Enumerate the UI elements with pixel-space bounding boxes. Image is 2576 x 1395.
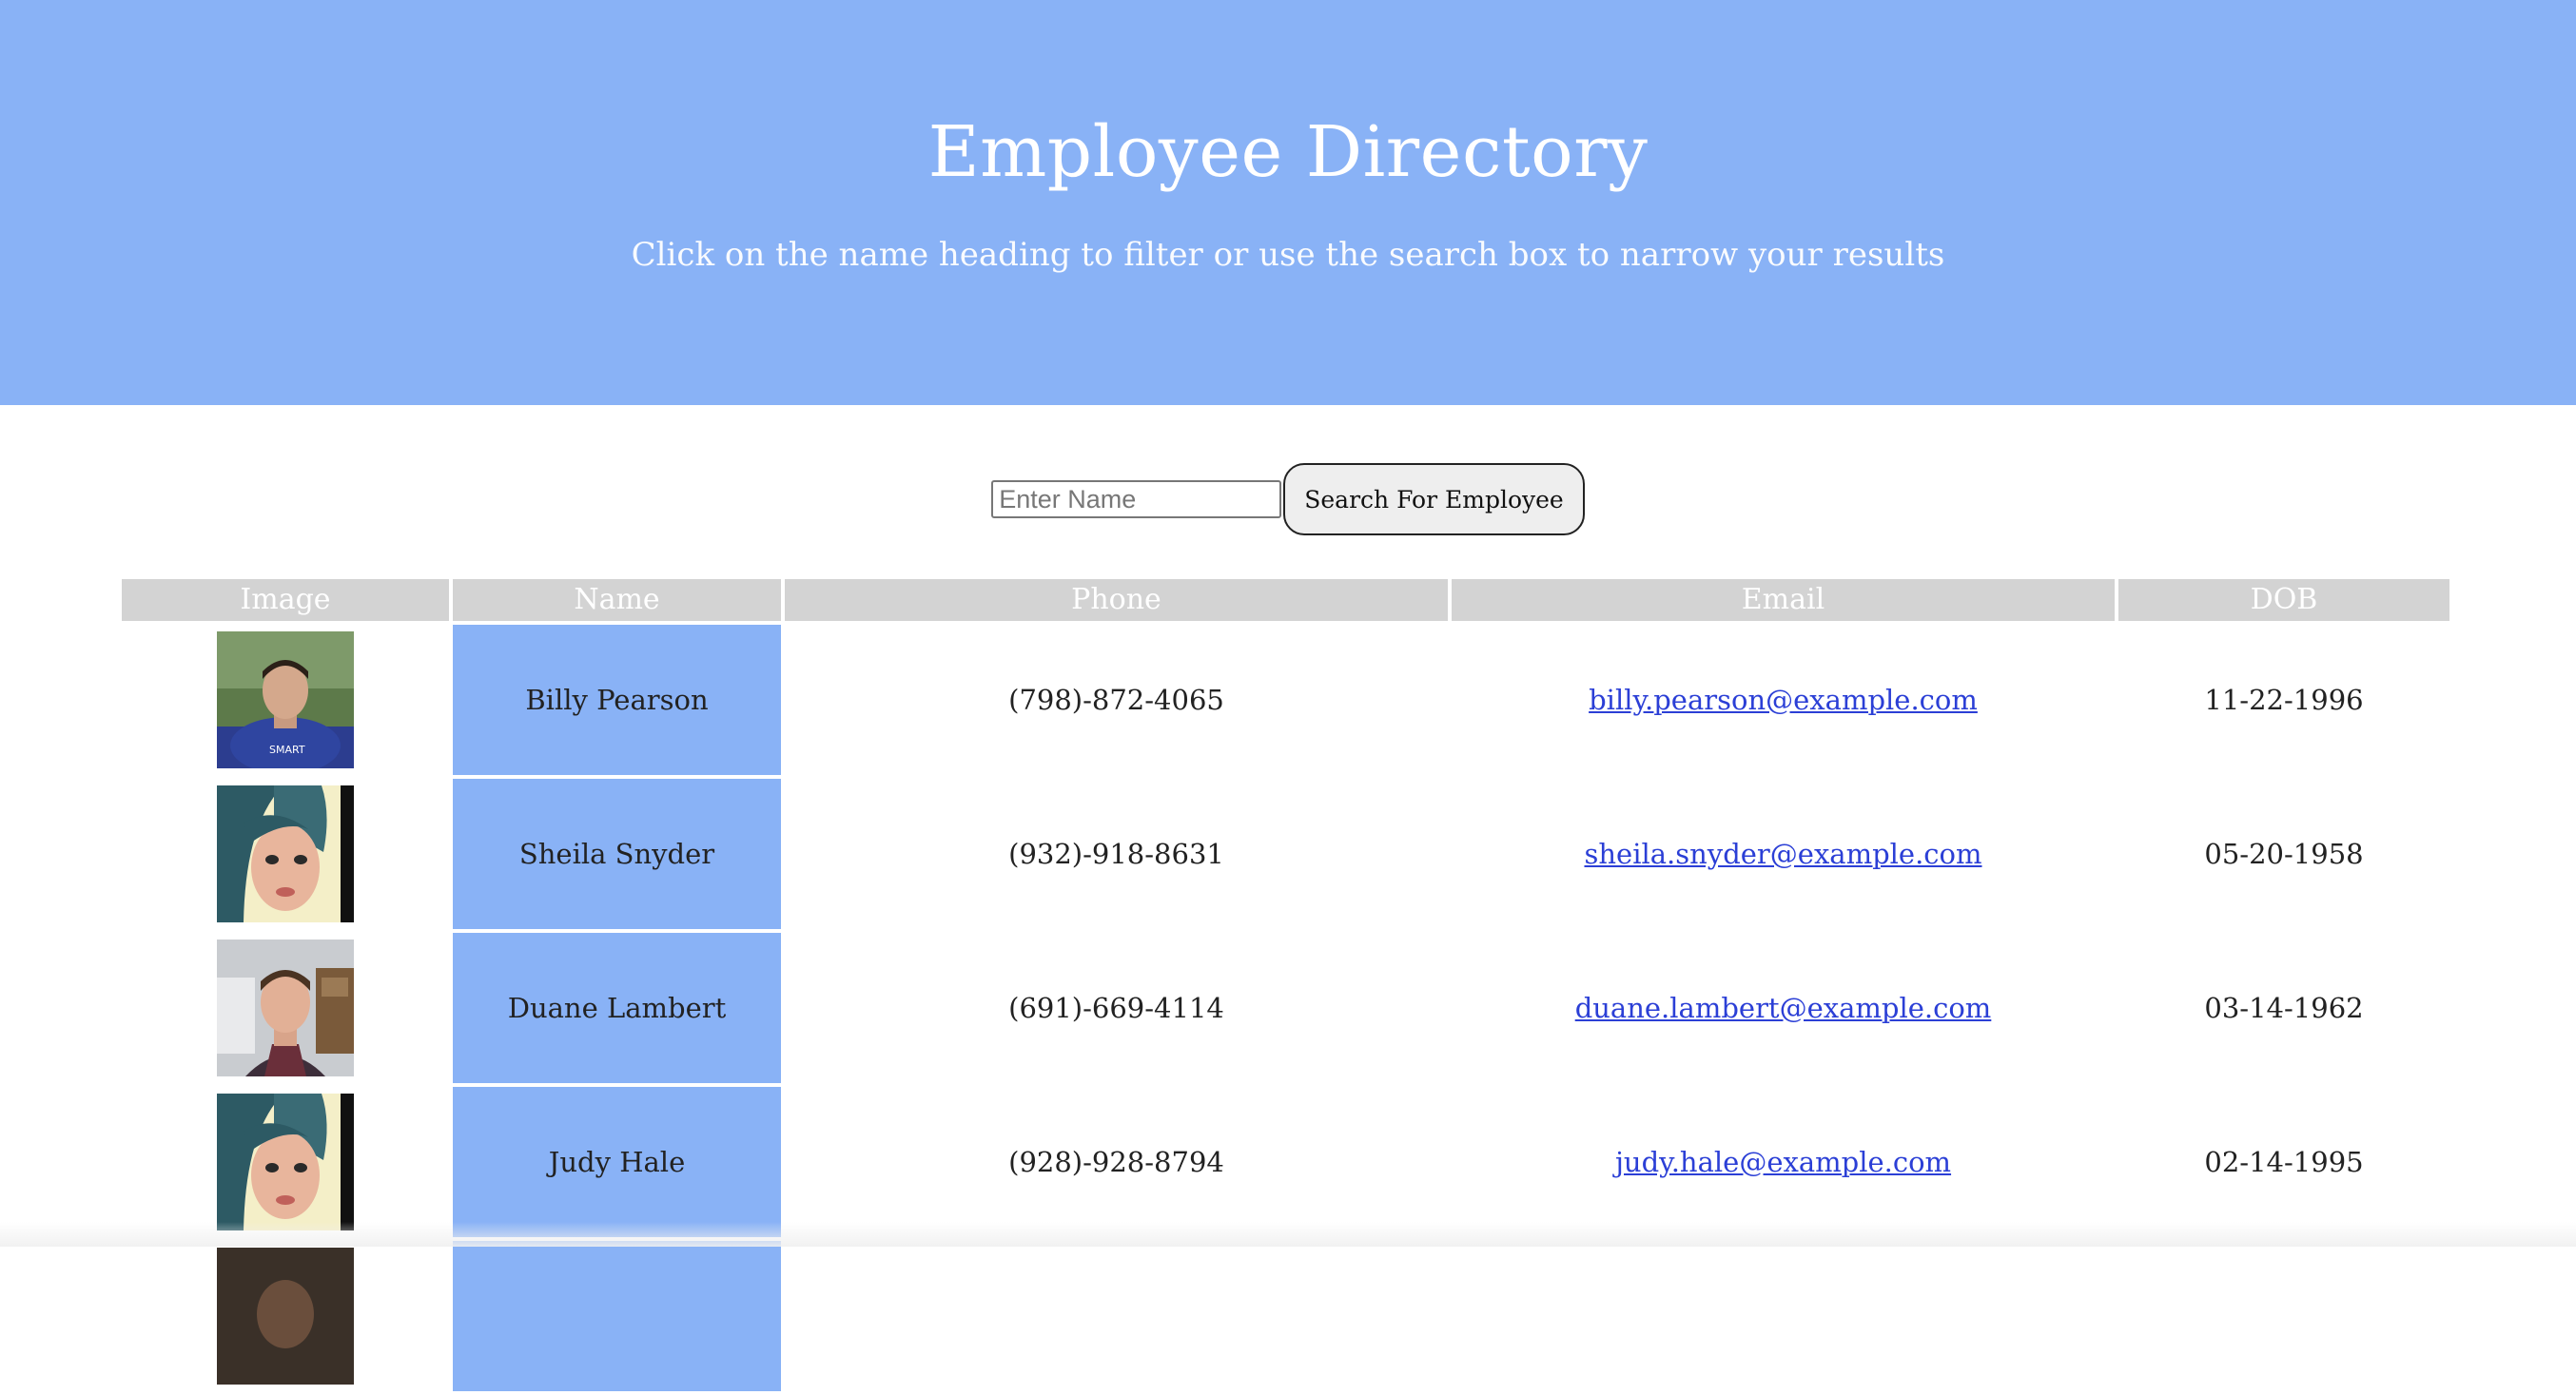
- phone-cell: [785, 1241, 1448, 1391]
- image-cell: [122, 1087, 449, 1237]
- email-link[interactable]: duane.lambert@example.com: [1575, 992, 1992, 1024]
- dob-cell: 02-14-1995: [2204, 1146, 2364, 1178]
- phone-cell: (928)-928-8794: [1008, 1146, 1224, 1178]
- employee-photo: [217, 785, 354, 922]
- employee-photo: [217, 1094, 354, 1230]
- search-input[interactable]: [991, 480, 1282, 518]
- phone-cell: (798)-872-4065: [1008, 684, 1224, 716]
- search-button[interactable]: Search For Employee: [1283, 463, 1585, 535]
- dob-cell: 03-14-1962: [2204, 992, 2364, 1024]
- email-link[interactable]: judy.hale@example.com: [1615, 1146, 1951, 1178]
- page-title: Employee Directory: [927, 111, 1649, 193]
- column-header-phone: Phone: [785, 579, 1448, 621]
- phone-cell: (932)-918-8631: [1008, 838, 1224, 870]
- email-link[interactable]: sheila.snyder@example.com: [1584, 838, 1981, 870]
- image-cell: SMART: [122, 625, 449, 775]
- name-cell: Billy Pearson: [453, 625, 781, 775]
- image-cell: [122, 933, 449, 1083]
- column-header-email: Email: [1452, 579, 2115, 621]
- employee-photo: [217, 940, 354, 1076]
- phone-cell: (691)-669-4114: [1008, 992, 1224, 1024]
- employee-photo: SMART: [217, 631, 354, 768]
- page-subtitle: Click on the name heading to filter or u…: [631, 236, 1945, 274]
- column-header-name[interactable]: Name: [453, 579, 781, 621]
- name-cell: Duane Lambert: [453, 933, 781, 1083]
- image-cell: [122, 779, 449, 929]
- column-header-dob: DOB: [2118, 579, 2449, 621]
- scroll-fade: [0, 1222, 2576, 1247]
- page-header: Employee Directory Click on the name hea…: [0, 0, 2576, 405]
- email-cell: judy.hale@example.com: [1452, 1087, 2115, 1237]
- dob-cell: 05-20-1958: [2204, 838, 2364, 870]
- email-cell: sheila.snyder@example.com: [1452, 779, 2115, 929]
- column-header-image: Image: [122, 579, 449, 621]
- name-cell: Sheila Snyder: [453, 779, 781, 929]
- image-cell: [122, 1241, 449, 1391]
- email-cell: billy.pearson@example.com: [1452, 625, 2115, 775]
- email-cell: [1452, 1241, 2115, 1391]
- table-header-row: Image Name Phone Email DOB: [122, 579, 2449, 621]
- table-row: Duane Lambert (691)-669-4114 duane.lambe…: [122, 933, 2449, 1083]
- search-bar: Search For Employee: [0, 463, 2576, 535]
- table-row: SMART Billy Pearson (798)-872-4065 billy…: [122, 625, 2449, 775]
- email-cell: duane.lambert@example.com: [1452, 933, 2115, 1083]
- name-cell: Judy Hale: [453, 1087, 781, 1237]
- employee-table: Image Name Phone Email DOB SMART Billy P…: [118, 575, 2453, 1395]
- email-link[interactable]: billy.pearson@example.com: [1589, 684, 1978, 716]
- table-row: Sheila Snyder (932)-918-8631 sheila.snyd…: [122, 779, 2449, 929]
- svg-text:SMART: SMART: [269, 744, 305, 756]
- name-cell: [453, 1241, 781, 1391]
- dob-cell: [2118, 1241, 2449, 1391]
- table-row: [122, 1241, 2449, 1391]
- dob-cell: 11-22-1996: [2204, 684, 2364, 716]
- employee-photo: [217, 1248, 354, 1385]
- table-row: Judy Hale (928)-928-8794 judy.hale@examp…: [122, 1087, 2449, 1237]
